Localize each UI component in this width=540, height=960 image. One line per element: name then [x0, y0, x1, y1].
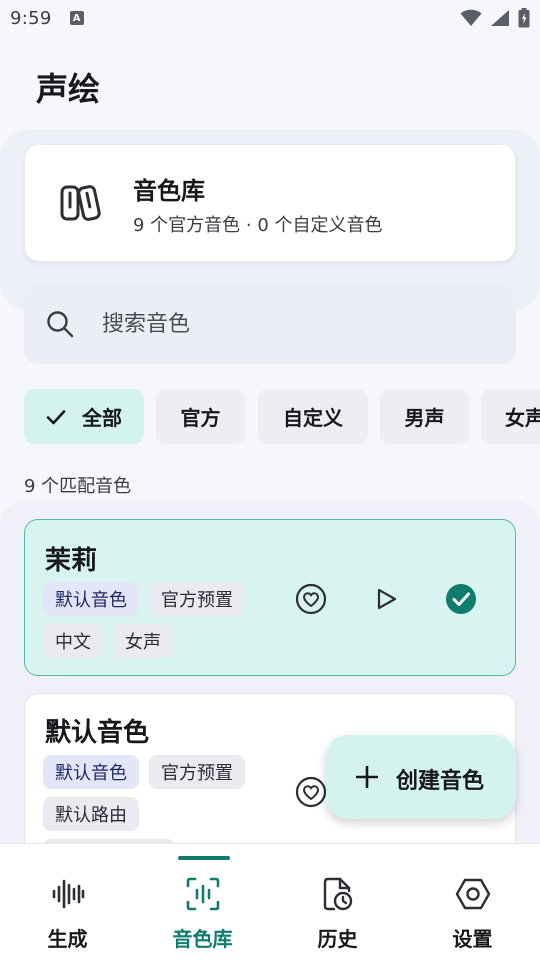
nav-item-voice-library[interactable]: 音色库 [135, 844, 270, 960]
filter-chip-row: 全部 官方 自定义 男声 女声 [24, 389, 540, 445]
filter-chip-label: 女声 [505, 406, 540, 430]
battery-icon [518, 8, 530, 28]
tag-official-preset: 官方预置 [149, 582, 245, 616]
search-bar[interactable] [24, 284, 516, 364]
voice-name: 默认音色 [45, 718, 150, 748]
check-icon [46, 409, 66, 424]
status-bar: 9:59 A [0, 0, 540, 36]
nav-label: 生成 [47, 927, 88, 951]
create-voice-button[interactable]: 创建音色 [326, 735, 516, 819]
waveform-icon [52, 879, 84, 909]
tag-default-voice: 默认音色 [43, 755, 139, 789]
library-title: 音色库 [133, 177, 205, 205]
filter-chip-label: 男声 [404, 406, 445, 430]
voice-card[interactable]: 茉莉 默认音色 官方预置 中文 女声 [24, 519, 516, 676]
library-card[interactable]: 音色库 9 个官方音色 · 0 个自定义音色 [25, 145, 515, 261]
app-title: 声绘 [36, 70, 101, 108]
create-voice-label: 创建音色 [396, 769, 485, 794]
filter-chip-all[interactable]: 全部 [24, 389, 144, 444]
search-input[interactable] [102, 308, 482, 340]
bottom-nav: 生成 音色库 历史 设置 [0, 843, 540, 960]
books-icon [60, 185, 101, 221]
nav-label: 历史 [317, 927, 358, 951]
status-icons [460, 8, 530, 28]
search-icon [47, 311, 74, 338]
match-count: 9 个匹配音色 [24, 476, 132, 497]
tag-gender: 女声 [113, 624, 173, 658]
tag-default-voice: 默认音色 [43, 582, 139, 616]
nav-item-settings[interactable]: 设置 [405, 844, 540, 960]
filter-chip-label: 官方 [180, 406, 221, 430]
active-tab-indicator [178, 856, 230, 860]
favorite-heart-icon[interactable] [295, 583, 327, 615]
plus-icon [356, 766, 378, 788]
nav-label: 设置 [452, 927, 493, 951]
filter-chip-label: 全部 [82, 406, 122, 430]
tag-official-preset: 官方预置 [149, 755, 245, 789]
settings-icon [455, 878, 490, 910]
filter-chip-label: 自定义 [283, 406, 343, 430]
favorite-heart-icon[interactable] [295, 776, 327, 808]
voice-name: 茉莉 [45, 546, 98, 576]
nav-item-generate[interactable]: 生成 [0, 844, 135, 960]
filter-chip-custom[interactable]: 自定义 [258, 389, 368, 444]
status-time: 9:59 [10, 7, 52, 29]
tag-default-route: 默认路由 [43, 797, 139, 831]
notification-badge-icon: A [69, 11, 84, 25]
selected-check-icon[interactable] [445, 583, 477, 615]
tag-language: 中文 [43, 624, 103, 658]
filter-chip-male[interactable]: 男声 [380, 389, 469, 444]
wifi-icon [460, 9, 482, 26]
history-icon [323, 877, 352, 911]
library-subtitle: 9 个官方音色 · 0 个自定义音色 [133, 215, 383, 236]
filter-chip-female[interactable]: 女声 [481, 389, 540, 444]
play-icon[interactable] [370, 583, 402, 615]
voice-library-icon [186, 877, 219, 911]
signal-icon [491, 10, 509, 26]
filter-chip-official[interactable]: 官方 [156, 389, 245, 444]
nav-label: 音色库 [172, 927, 233, 951]
nav-item-history[interactable]: 历史 [270, 844, 405, 960]
